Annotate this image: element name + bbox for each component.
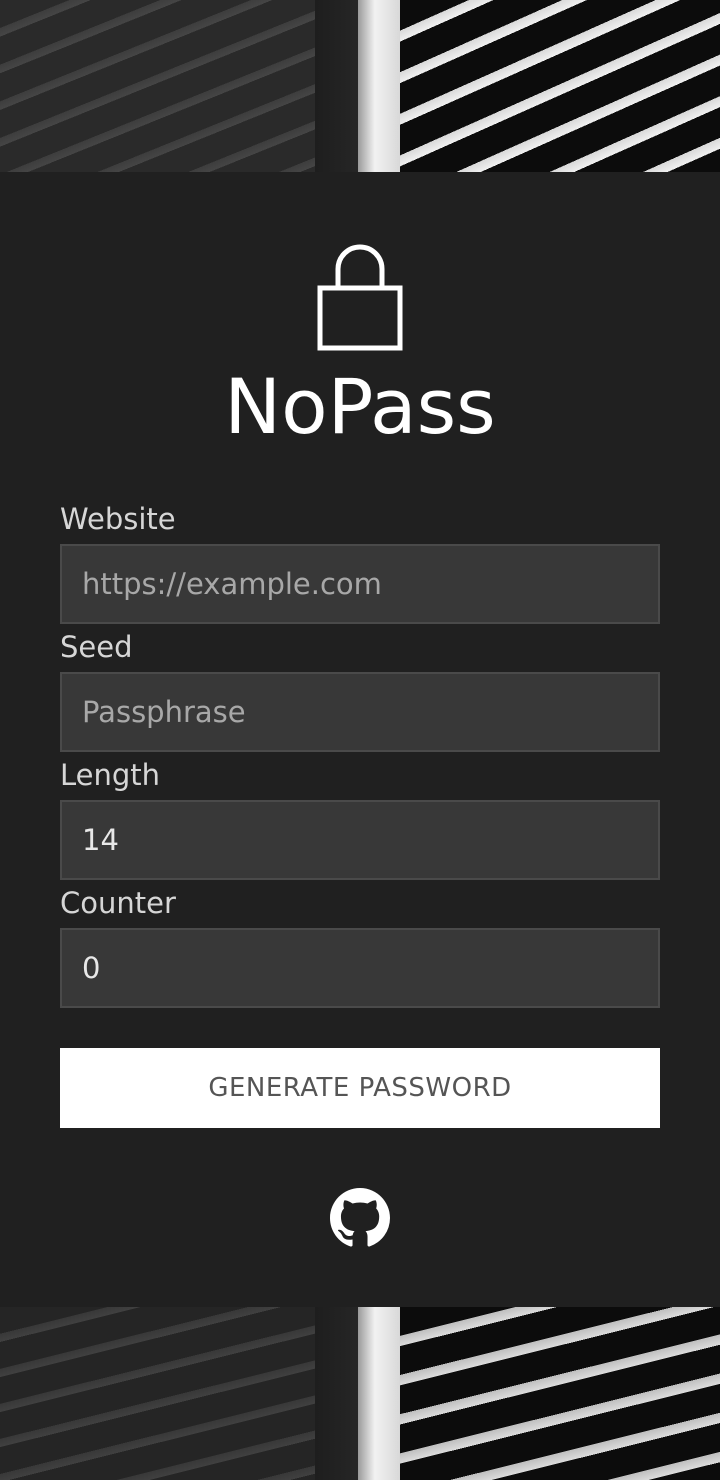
app-title: NoPass <box>224 362 496 451</box>
length-label: Length <box>60 758 161 792</box>
generate-password-button[interactable]: GENERATE PASSWORD <box>60 1048 660 1128</box>
background-image-top <box>0 0 720 172</box>
seed-label: Seed <box>60 630 133 664</box>
length-input[interactable] <box>60 800 660 880</box>
seed-input[interactable] <box>60 672 660 752</box>
website-label: Website <box>60 502 176 536</box>
counter-input[interactable] <box>60 928 660 1008</box>
background-image-bottom <box>0 1307 720 1480</box>
website-input[interactable] <box>60 544 660 624</box>
lock-icon <box>317 244 403 351</box>
github-icon[interactable] <box>330 1188 390 1248</box>
counter-label: Counter <box>60 886 176 920</box>
